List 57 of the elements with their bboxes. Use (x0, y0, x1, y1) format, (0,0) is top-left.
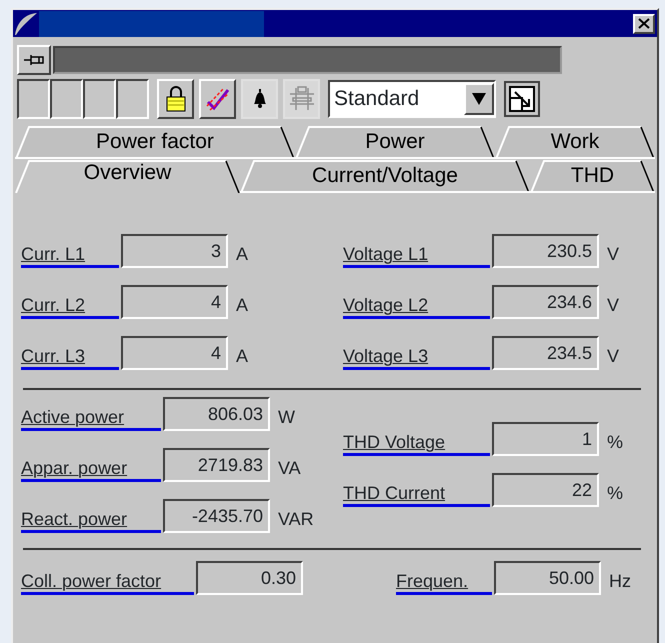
dropdown-arrow-button[interactable] (464, 83, 494, 115)
unit-label: V (607, 345, 620, 368)
value-field: 4 (121, 285, 228, 319)
field-label: React. power (21, 508, 161, 533)
view-dropdown[interactable]: Standard (328, 80, 496, 118)
unit-label: W (278, 406, 295, 429)
unit-label: VA (278, 457, 301, 480)
tab[interactable]: Work (495, 125, 655, 159)
resize-button[interactable] (504, 81, 540, 117)
resize-icon (509, 86, 535, 112)
value-field: 3 (121, 234, 228, 268)
unit-label: % (607, 431, 624, 454)
value-field: 230.5 (492, 234, 599, 268)
value-field: 2719.83 (163, 448, 270, 482)
unit-label: % (607, 482, 624, 505)
value-field: 22 (492, 473, 599, 507)
toolbar-button[interactable] (17, 79, 50, 119)
pin-button[interactable] (17, 45, 51, 75)
app-icon (13, 12, 39, 36)
unit-label: A (236, 243, 248, 266)
unit-label: A (236, 294, 248, 317)
value-field: 234.6 (492, 285, 599, 319)
value-field: 806.03 (163, 397, 270, 431)
unit-label: A (236, 345, 248, 368)
field-label: Curr. L1 (21, 243, 119, 268)
field-label: Appar. power (21, 457, 161, 482)
field-label: Voltage L1 (343, 243, 490, 268)
close-button[interactable] (633, 14, 655, 34)
unit-label: Hz (609, 570, 631, 593)
value-field: 1 (492, 422, 599, 456)
field-label: THD Current (343, 482, 490, 507)
value-field: 0.30 (196, 561, 303, 595)
value-field: 4 (121, 336, 228, 370)
field-label: Voltage L3 (343, 345, 490, 370)
field-label: Frequen. (396, 570, 492, 595)
toolbar-button[interactable] (116, 79, 149, 119)
unit-label: V (607, 243, 620, 266)
field-label: Curr. L2 (21, 294, 119, 319)
value-field: -2435.70 (163, 499, 270, 533)
unit-label: VAR (278, 508, 314, 531)
pin-icon (23, 53, 45, 67)
value-field: 234.5 (492, 336, 599, 370)
toolbar-button[interactable] (83, 79, 116, 119)
tab[interactable]: THD (530, 159, 655, 193)
tab[interactable]: Power (295, 125, 495, 159)
tab[interactable]: Overview (15, 159, 240, 193)
caret-icon (472, 93, 486, 105)
field-label: Voltage L2 (343, 294, 490, 319)
field-label: THD Voltage (343, 431, 490, 456)
unit-label: V (607, 294, 620, 317)
value-field: 50.00 (494, 561, 601, 595)
tab[interactable]: Power factor (15, 125, 295, 159)
toolbar-button[interactable] (50, 79, 83, 119)
field-label: Curr. L3 (21, 345, 119, 370)
field-label: Active power (21, 406, 161, 431)
close-icon (638, 18, 650, 29)
field-label: Coll. power factor (21, 570, 194, 595)
